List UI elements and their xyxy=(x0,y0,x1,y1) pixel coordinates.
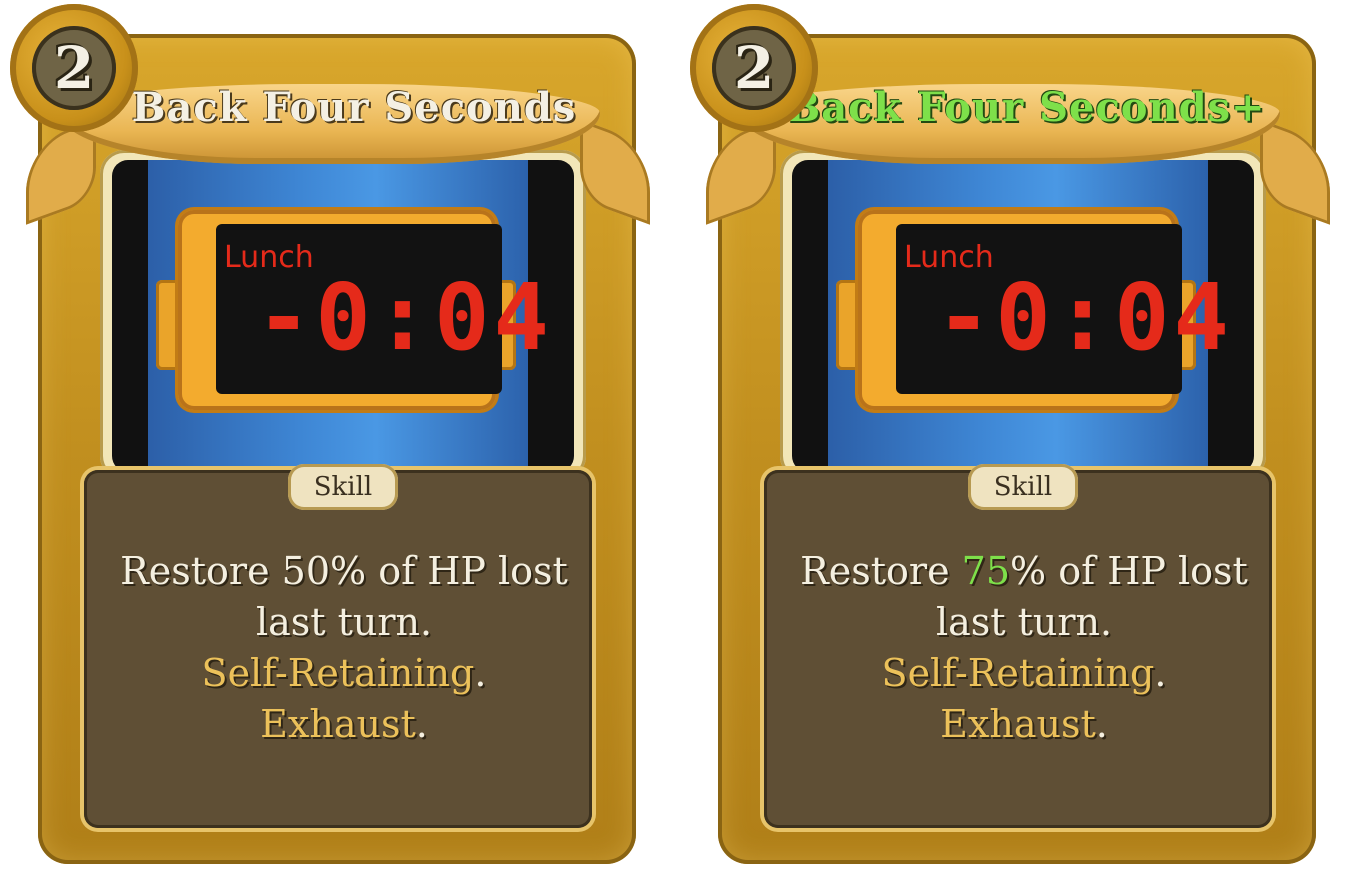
desc-line-4: Exhaust. xyxy=(84,699,604,750)
desc-text: % of HP lost xyxy=(1010,549,1248,593)
watch-case: Lunch -0:04 xyxy=(858,210,1229,410)
desc-text: Restore xyxy=(120,549,282,593)
watch-time: -0:04 xyxy=(936,264,1233,371)
desc-text: Restore xyxy=(800,549,962,593)
desc-line-1: Restore 50% of HP lost xyxy=(84,546,604,597)
desc-period: . xyxy=(1095,702,1108,746)
desc-value-upgraded: 75 xyxy=(961,549,1011,593)
energy-cost-orb: 2 xyxy=(690,4,818,132)
card-type-tag: Skill xyxy=(968,464,1078,510)
keyword-self-retaining[interactable]: Self-Retaining xyxy=(882,651,1155,695)
banner-tail-right xyxy=(1260,119,1330,225)
desc-period: . xyxy=(415,702,428,746)
energy-cost-value: 2 xyxy=(53,34,95,102)
digital-watch-illustration: Lunch -0:04 xyxy=(156,210,549,410)
desc-text: % of HP lost xyxy=(330,549,568,593)
card-type-tag: Skill xyxy=(288,464,398,510)
desc-line-2: last turn. xyxy=(935,600,1113,644)
desc-value: 50 xyxy=(281,549,331,593)
watch-time: -0:04 xyxy=(256,264,553,371)
keyword-exhaust[interactable]: Exhaust xyxy=(260,702,416,746)
card-back-four-seconds-upgraded[interactable]: Lunch -0:04 Back Four Seconds+ 2 Skill R… xyxy=(684,0,1330,874)
desc-line-4: Exhaust. xyxy=(764,699,1284,750)
banner-tail-right xyxy=(580,119,650,225)
desc-line-2: last turn. xyxy=(255,600,433,644)
desc-line-1: Restore 75% of HP lost xyxy=(764,546,1284,597)
card-back-four-seconds[interactable]: Lunch -0:04 Back Four Seconds 2 Skill Re… xyxy=(4,0,650,874)
desc-period: . xyxy=(474,651,487,695)
keyword-self-retaining[interactable]: Self-Retaining xyxy=(202,651,475,695)
card-description: Restore 75% of HP lost last turn. Self-R… xyxy=(764,546,1284,750)
digital-watch-illustration: Lunch -0:04 xyxy=(836,210,1229,410)
desc-line-3: Self-Retaining. xyxy=(84,648,604,699)
watch-case: Lunch -0:04 xyxy=(178,210,549,410)
keyword-exhaust[interactable]: Exhaust xyxy=(940,702,1096,746)
desc-period: . xyxy=(1154,651,1167,695)
desc-line-3: Self-Retaining. xyxy=(764,648,1284,699)
energy-cost-orb: 2 xyxy=(10,4,138,132)
card-description: Restore 50% of HP lost last turn. Self-R… xyxy=(84,546,604,750)
energy-cost-value: 2 xyxy=(733,34,775,102)
